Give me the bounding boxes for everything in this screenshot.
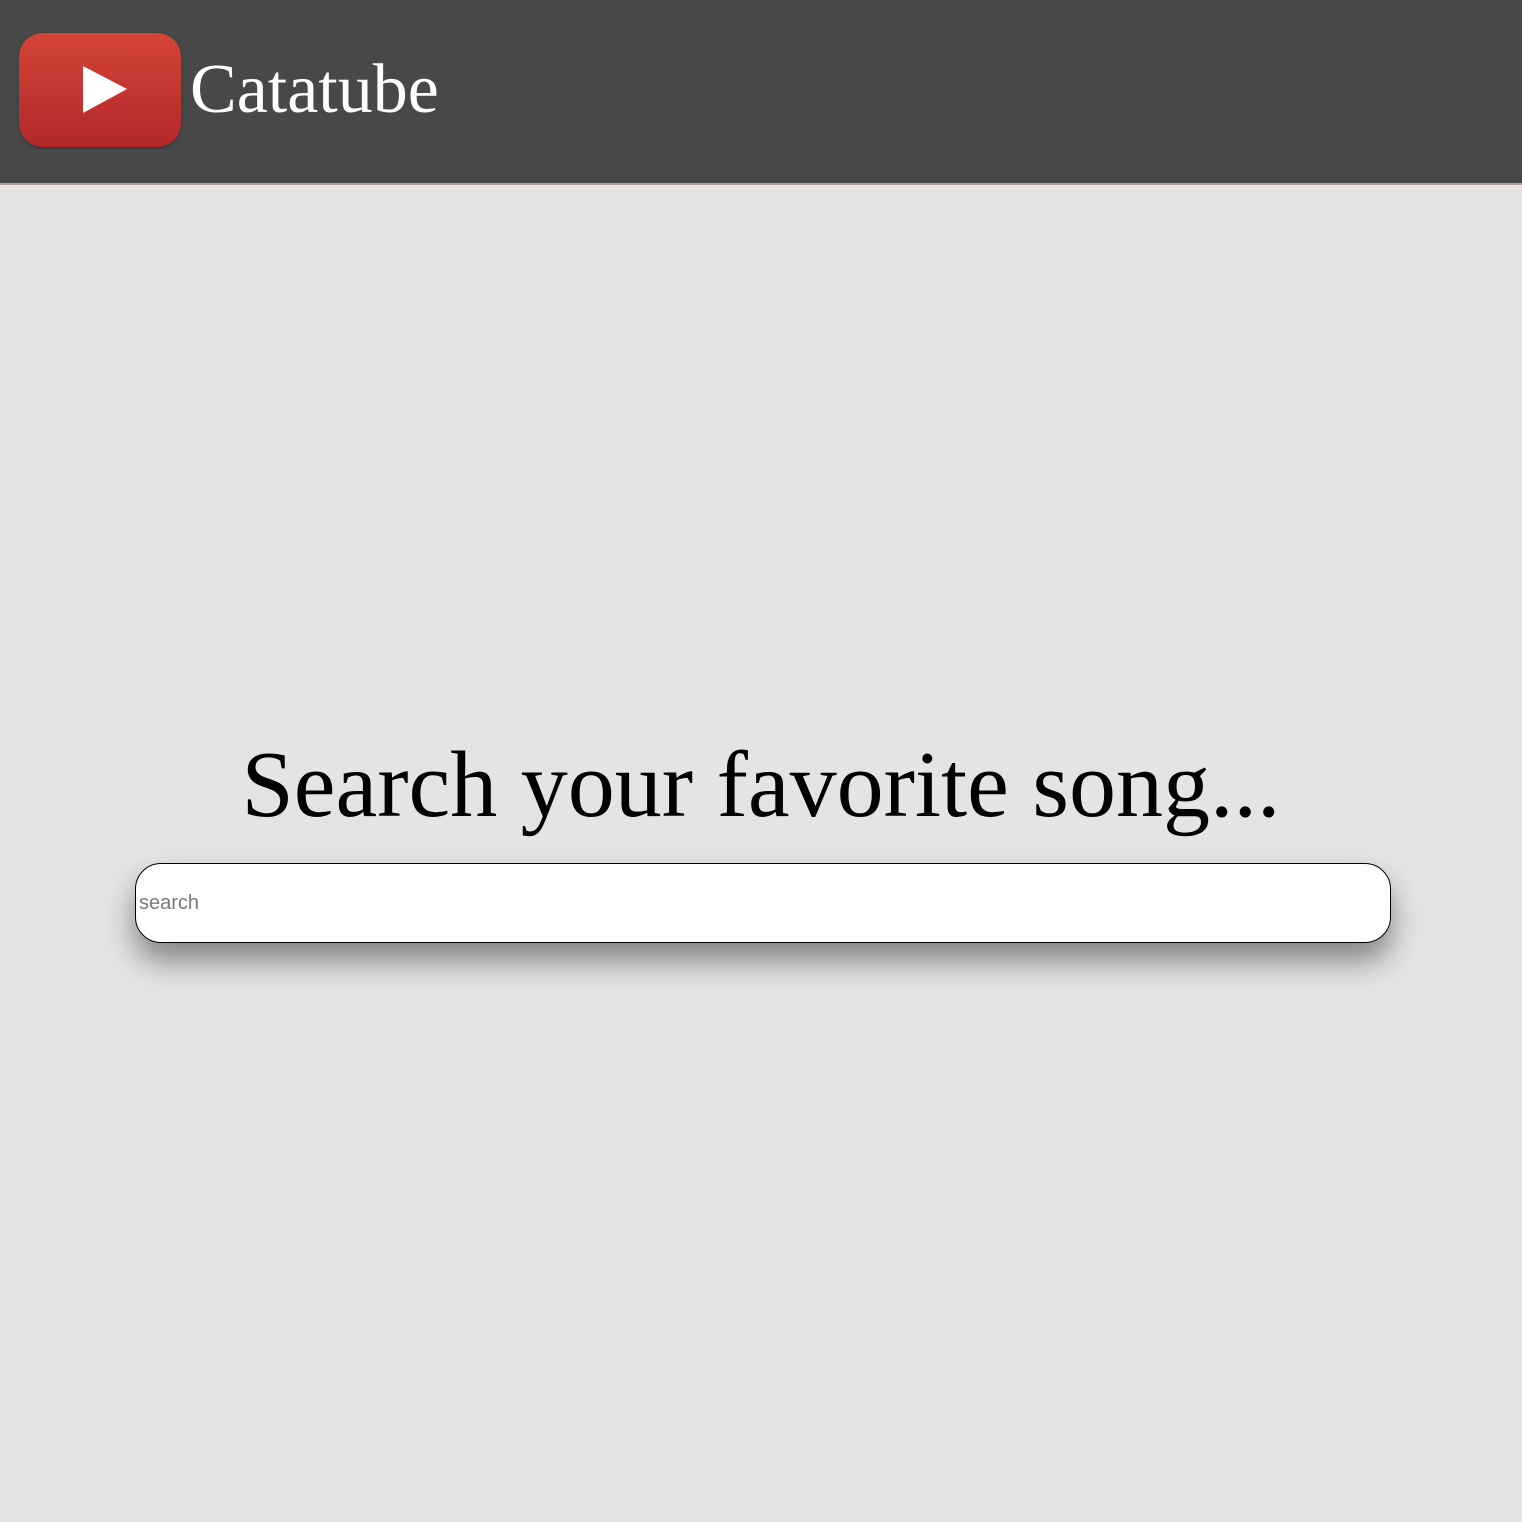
play-icon xyxy=(83,66,127,113)
brand-name[interactable]: Catatube xyxy=(190,48,439,132)
top-bar: Catatube xyxy=(0,0,1522,185)
page-heading: Search your favorite song... xyxy=(241,733,1281,837)
logo-play-button[interactable] xyxy=(19,33,181,147)
search-input[interactable] xyxy=(135,863,1391,943)
main-content: Search your favorite song... xyxy=(0,187,1522,1522)
